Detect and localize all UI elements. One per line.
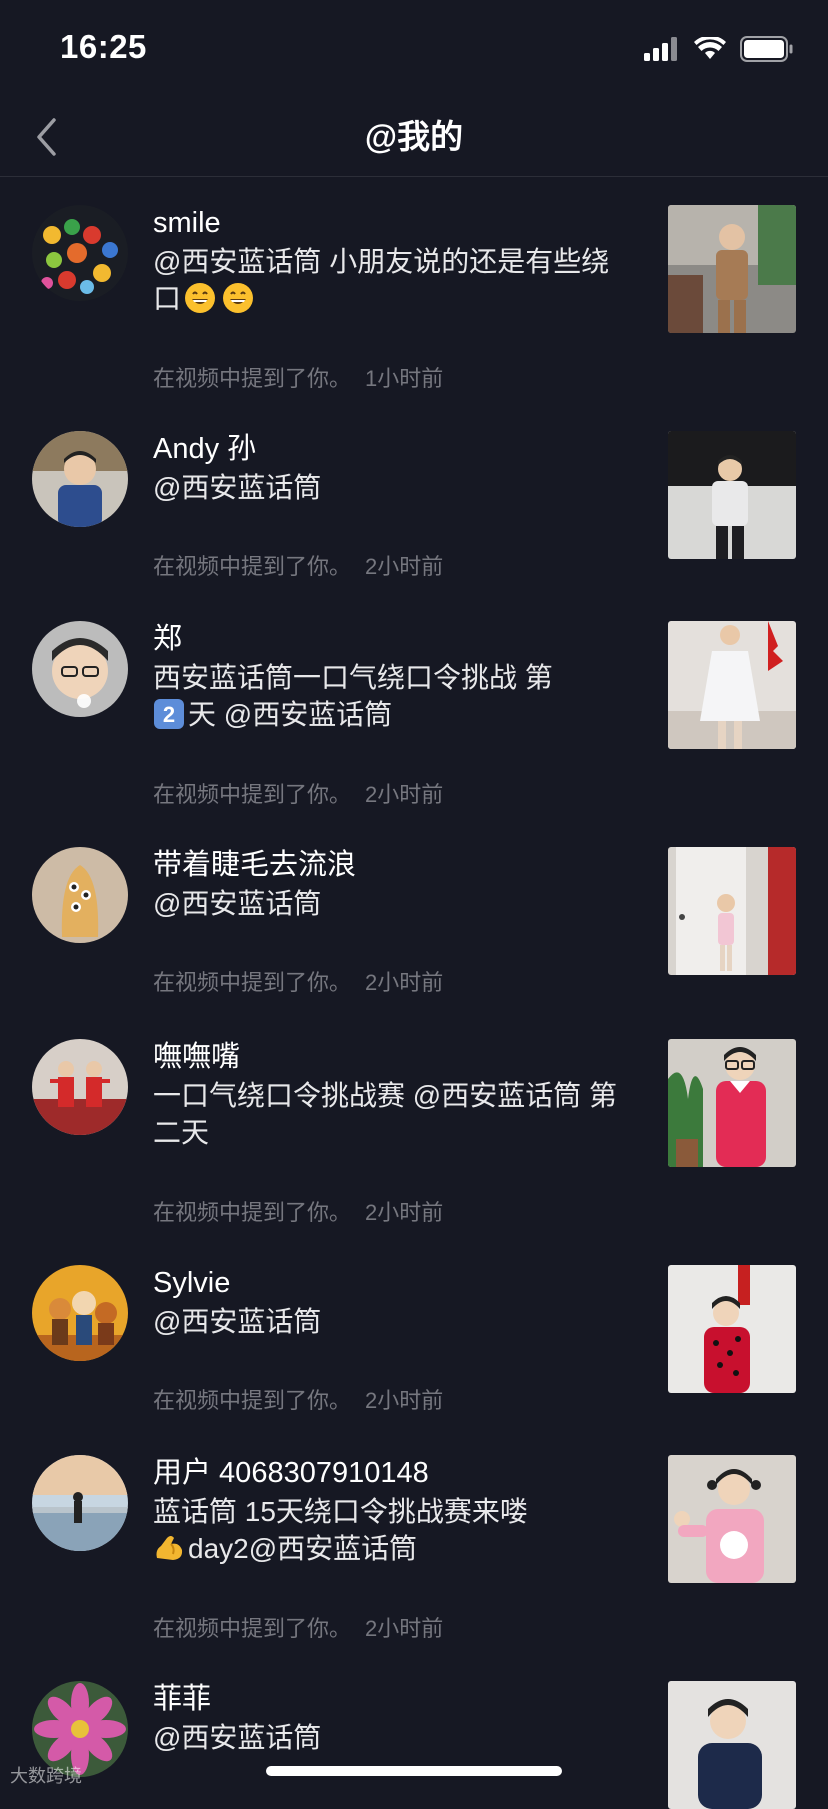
meta-label: 在视频中提到了你。 bbox=[153, 1388, 352, 1413]
list-item[interactable]: Sylvie @西安蓝话筒 在视频中提到了你。 2小时前 bbox=[0, 1237, 828, 1421]
battery-icon bbox=[740, 36, 793, 62]
page-title: @我的 bbox=[364, 118, 464, 155]
nav-bar: @我的 bbox=[0, 100, 828, 177]
user-name[interactable]: 嘸嘸嘴 bbox=[153, 1037, 633, 1077]
item-content: smile @西安蓝话筒 小朋友说的还是有些绕口 bbox=[153, 203, 633, 317]
video-thumbnail[interactable] bbox=[668, 431, 796, 559]
mention-text: @西安蓝话筒 小朋友说的还是有些绕口 bbox=[153, 243, 633, 317]
mention-text: 西安蓝话筒一口气绕口令挑战 第 2 天 @西安蓝话筒 bbox=[153, 659, 633, 733]
user-name[interactable]: smile bbox=[153, 203, 633, 243]
item-content: Sylvie @西安蓝话筒 bbox=[153, 1263, 633, 1340]
avatar[interactable] bbox=[32, 1039, 128, 1135]
mention-meta: 在视频中提到了你。 2小时前 bbox=[153, 1611, 443, 1643]
mention-text-part: 西安蓝话筒一口气绕口令挑战 第 bbox=[153, 662, 553, 693]
user-name[interactable]: Andy 孙 bbox=[153, 429, 633, 469]
video-thumbnail[interactable] bbox=[668, 1455, 796, 1583]
mention-meta: 在视频中提到了你。 2小时前 bbox=[153, 965, 443, 997]
user-name[interactable]: Sylvie bbox=[153, 1263, 633, 1303]
avatar[interactable] bbox=[32, 205, 128, 301]
meta-label: 在视频中提到了你。 bbox=[153, 1616, 352, 1641]
list-item[interactable]: 嘸嘸嘴 一口气绕口令挑战赛 @西安蓝话筒 第二天 在视频中提到了你。 2小时前 bbox=[0, 1011, 828, 1233]
meta-label: 在视频中提到了你。 bbox=[153, 554, 352, 579]
video-thumbnail[interactable] bbox=[668, 1265, 796, 1393]
avatar[interactable] bbox=[32, 847, 128, 943]
list-item[interactable]: smile @西安蓝话筒 小朋友说的还是有些绕口 在视频中提到了你。 1小时前 bbox=[0, 177, 828, 397]
user-name[interactable]: 用户 4068307910148 bbox=[153, 1453, 633, 1493]
video-thumbnail[interactable] bbox=[668, 847, 796, 975]
wifi-icon bbox=[694, 37, 726, 59]
grinning-face-icon bbox=[185, 283, 216, 313]
timestamp: 2小时前 bbox=[365, 782, 444, 807]
watermark: 大数跨境 bbox=[10, 1766, 82, 1786]
list-item[interactable]: 用户 4068307910148 蓝话筒 15天绕口令挑战赛来喽 day2@西安蓝… bbox=[0, 1427, 828, 1649]
home-indicator[interactable] bbox=[266, 1766, 562, 1776]
item-content: 郑 西安蓝话筒一口气绕口令挑战 第 2 天 @西安蓝话筒 bbox=[153, 619, 633, 733]
video-thumbnail[interactable] bbox=[668, 1681, 796, 1809]
mention-text-part: 天 @西安蓝话筒 bbox=[188, 699, 393, 730]
video-thumbnail[interactable] bbox=[668, 205, 796, 333]
avatar[interactable] bbox=[32, 431, 128, 527]
avatar[interactable] bbox=[32, 621, 128, 717]
status-time: 16:25 bbox=[60, 28, 147, 65]
timestamp: 2小时前 bbox=[365, 554, 444, 579]
avatar[interactable] bbox=[32, 1265, 128, 1361]
mention-meta: 在视频中提到了你。 1小时前 bbox=[153, 361, 443, 393]
svg-text:2: 2 bbox=[163, 702, 175, 727]
list-item[interactable]: Andy 孙 @西安蓝话筒 在视频中提到了你。 2小时前 bbox=[0, 403, 828, 587]
meta-label: 在视频中提到了你。 bbox=[153, 366, 352, 391]
status-bar: 16:25 bbox=[0, 0, 828, 100]
list-item[interactable]: 郑 西安蓝话筒一口气绕口令挑战 第 2 天 @西安蓝话筒 在视频中提到了你。 2小时前 bbox=[0, 593, 828, 815]
mention-text: 蓝话筒 15天绕口令挑战赛来喽 day2@西安蓝话筒 bbox=[153, 1493, 633, 1567]
status-icons bbox=[644, 36, 794, 62]
mention-text: @西安蓝话筒 bbox=[153, 888, 322, 919]
mention-meta: 在视频中提到了你。 2小时前 bbox=[153, 1383, 443, 1415]
timestamp: 2小时前 bbox=[365, 970, 444, 995]
grinning-face-icon bbox=[223, 283, 254, 313]
video-thumbnail[interactable] bbox=[668, 1039, 796, 1167]
mention-text: @西安蓝话筒 bbox=[153, 1722, 322, 1753]
user-name[interactable]: 带着睫毛去流浪 bbox=[153, 845, 633, 885]
mention-text: @西安蓝话筒 bbox=[153, 1306, 322, 1337]
user-name[interactable]: 菲菲 bbox=[153, 1679, 633, 1719]
mention-meta: 在视频中提到了你。 2小时前 bbox=[153, 777, 443, 809]
mention-meta: 在视频中提到了你。 2小时前 bbox=[153, 549, 443, 581]
meta-label: 在视频中提到了你。 bbox=[153, 1200, 352, 1225]
meta-label: 在视频中提到了你。 bbox=[153, 970, 352, 995]
item-content: Andy 孙 @西安蓝话筒 bbox=[153, 429, 633, 506]
mention-meta: 在视频中提到了你。 2小时前 bbox=[153, 1195, 443, 1227]
item-content: 用户 4068307910148 蓝话筒 15天绕口令挑战赛来喽 day2@西安蓝… bbox=[153, 1453, 633, 1567]
mention-text-part: 蓝话筒 15天绕口令挑战赛来喽 bbox=[153, 1496, 528, 1527]
timestamp: 2小时前 bbox=[365, 1200, 444, 1225]
mention-text-part: day2@西安蓝话筒 bbox=[188, 1533, 418, 1564]
mention-text: 一口气绕口令挑战赛 @西安蓝话筒 第二天 bbox=[153, 1080, 617, 1148]
signal-icon bbox=[644, 37, 677, 61]
keycap-2-icon: 2 bbox=[154, 699, 184, 729]
video-thumbnail[interactable] bbox=[668, 621, 796, 749]
flexed-biceps-icon bbox=[156, 1536, 183, 1560]
mention-text: @西安蓝话筒 bbox=[153, 472, 322, 503]
meta-label: 在视频中提到了你。 bbox=[153, 782, 352, 807]
list-item[interactable]: 带着睫毛去流浪 @西安蓝话筒 在视频中提到了你。 2小时前 bbox=[0, 819, 828, 1003]
item-content: 嘸嘸嘴 一口气绕口令挑战赛 @西安蓝话筒 第二天 bbox=[153, 1037, 633, 1151]
timestamp: 2小时前 bbox=[365, 1388, 444, 1413]
item-content: 带着睫毛去流浪 @西安蓝话筒 bbox=[153, 845, 633, 922]
user-name[interactable]: 郑 bbox=[153, 619, 633, 659]
item-content: 菲菲 @西安蓝话筒 bbox=[153, 1679, 633, 1756]
avatar[interactable] bbox=[32, 1455, 128, 1551]
timestamp: 1小时前 bbox=[365, 366, 444, 391]
timestamp: 2小时前 bbox=[365, 1616, 444, 1641]
